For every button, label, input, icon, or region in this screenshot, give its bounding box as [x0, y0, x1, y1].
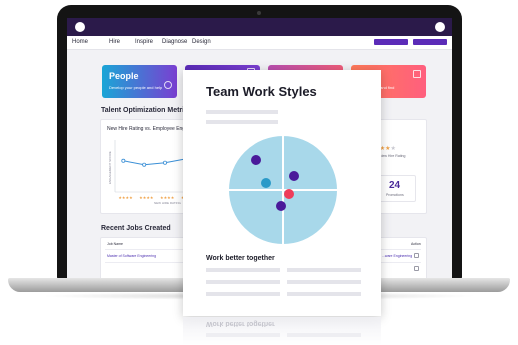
jobs-section-title: Recent Jobs Created: [101, 225, 171, 232]
main-nav: Home Hire Inspire Diagnose Design: [67, 36, 452, 50]
text-placeholder: [287, 268, 361, 272]
document-icon[interactable]: [414, 253, 419, 258]
x-tick-stars: ★★★★: [160, 195, 175, 200]
x-tick-stars: ★★★★: [139, 195, 154, 200]
work-style-quadrant-chart: [226, 133, 340, 247]
card-title: People: [109, 71, 139, 81]
document-reflection: Work better together: [183, 317, 381, 345]
document-subtitle: Work better together: [206, 255, 275, 262]
x-tick-stars: ★★★★: [118, 195, 133, 200]
style-dot-blue: [261, 178, 271, 188]
job-name-link[interactable]: Master of Software Engineering: [107, 254, 156, 258]
col-action: Action: [411, 242, 421, 246]
text-placeholder: [206, 268, 280, 272]
nav-inspire[interactable]: Inspire: [135, 39, 153, 45]
chart-title: New Hire Rating vs. Employee Engage: [107, 126, 194, 132]
document-icon[interactable]: [414, 266, 419, 271]
quadrant-bottom-left: [226, 189, 284, 247]
card-people[interactable]: People Develop your people and help: [102, 65, 177, 98]
style-dot-purple: [251, 155, 261, 165]
document-title: Team Work Styles: [206, 84, 317, 99]
data-point: [142, 162, 147, 167]
nav-action-button-1[interactable]: [374, 39, 408, 45]
text-placeholder: [206, 120, 278, 124]
text-placeholder: [287, 292, 361, 296]
promotions-value: 24: [389, 180, 401, 191]
job-name-link-right[interactable]: ...ware Engineering: [382, 254, 412, 258]
chart-x-label: NEW HIRE RATING: [154, 201, 181, 205]
avatar[interactable]: [435, 22, 445, 32]
text-placeholder: [206, 292, 280, 296]
col-job-name: Job Name: [107, 242, 123, 246]
nav-diagnose[interactable]: Diagnose: [162, 39, 187, 45]
promotions-label: Promotions: [386, 193, 404, 197]
logo-icon[interactable]: [75, 22, 85, 32]
data-point: [163, 160, 168, 165]
target-icon: [164, 81, 172, 89]
text-placeholder: [206, 110, 278, 114]
reflection-placeholder: [287, 333, 361, 337]
quadrant-top-right: [282, 133, 340, 191]
nav-hire[interactable]: Hire: [109, 39, 120, 45]
text-placeholder: [287, 280, 361, 284]
style-dot-purple: [276, 201, 286, 211]
metrics-section-title: Talent Optimization Metrics: [101, 107, 192, 114]
top-bar: [67, 18, 452, 36]
reflection-text: Work better together: [206, 320, 275, 327]
team-work-styles-document: Team Work Styles Work better together: [183, 70, 381, 316]
data-point: [121, 158, 126, 163]
nav-design[interactable]: Design: [192, 39, 211, 45]
briefcase-icon: [413, 70, 421, 78]
nav-action-button-2[interactable]: [413, 39, 447, 45]
reflection-placeholder: [206, 333, 280, 337]
text-placeholder: [206, 280, 280, 284]
camera: [257, 11, 261, 15]
card-subtitle: Develop your people and help: [109, 85, 163, 90]
stage: Home Hire Inspire Diagnose Design People…: [0, 0, 518, 345]
style-dot-red: [284, 189, 294, 199]
style-dot-purple: [289, 171, 299, 181]
nav-home[interactable]: Home: [72, 39, 88, 45]
chart-y-label: ENGAGEMENT SCORE: [108, 151, 112, 184]
